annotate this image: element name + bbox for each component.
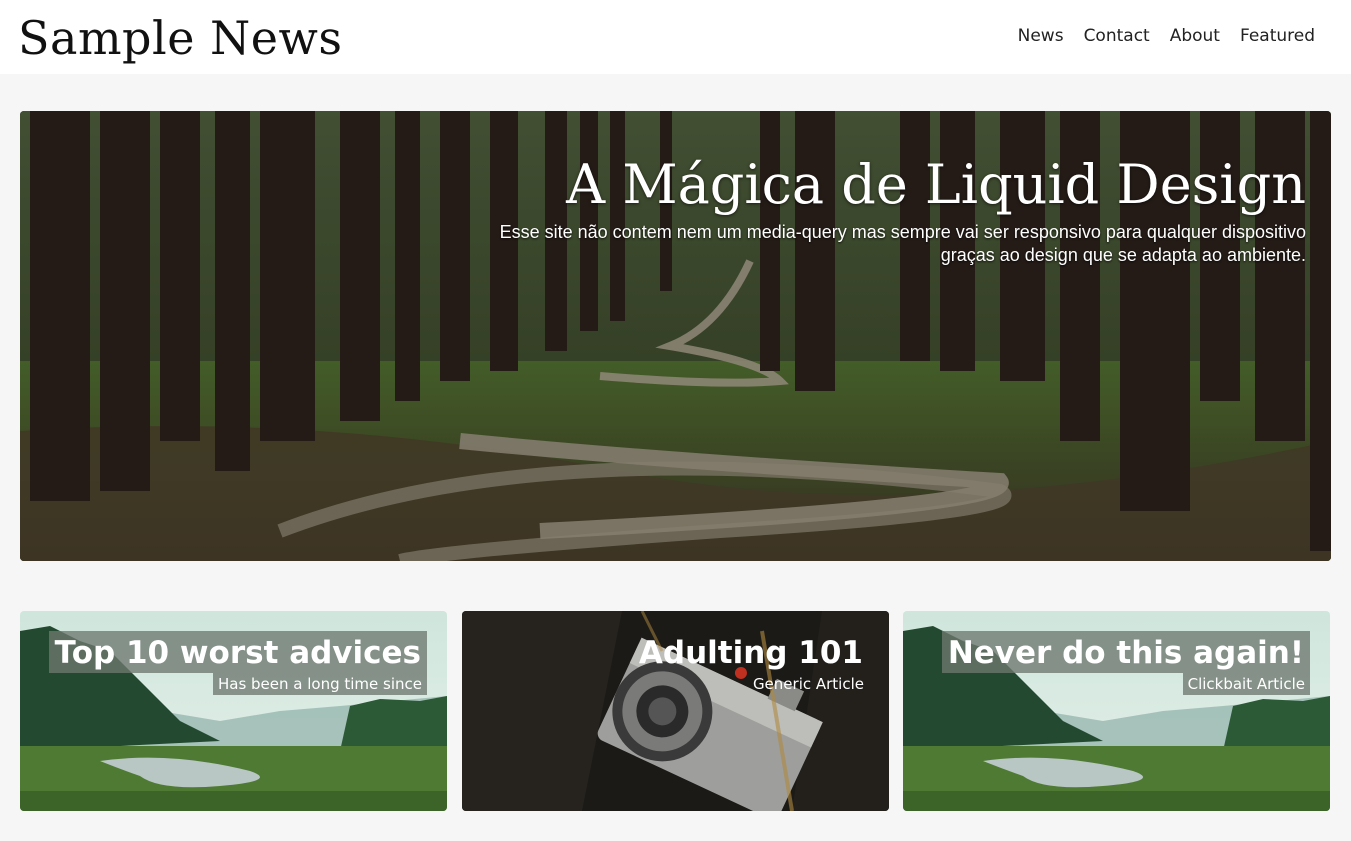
site-header: Sample News News Contact About Featured — [0, 0, 1351, 74]
site-title[interactable]: Sample News — [18, 10, 343, 66]
hero-banner[interactable]: A Mágica de Liquid Design Esse site não … — [20, 111, 1331, 561]
article-card[interactable]: Top 10 worst advices Has been a long tim… — [20, 611, 447, 811]
card-title: Adulting 101 — [638, 635, 863, 671]
card-subtitle: Generic Article — [752, 675, 864, 693]
nav-link-contact[interactable]: Contact — [1084, 26, 1150, 46]
card-subtitle: Has been a long time since — [212, 673, 427, 695]
main-nav: News Contact About Featured — [1018, 26, 1315, 46]
hero-subtitle: Esse site não contem nem um media-query … — [499, 222, 1306, 265]
card-title: Top 10 worst advices — [48, 631, 427, 673]
card-title: Never do this again! — [941, 631, 1310, 673]
hero-title: A Mágica de Liquid Design — [566, 153, 1306, 216]
card-subtitle: Clickbait Article — [1182, 673, 1310, 695]
nav-link-news[interactable]: News — [1018, 26, 1064, 46]
article-card[interactable]: Adulting 101 Generic Article — [462, 611, 889, 811]
nav-link-featured[interactable]: Featured — [1240, 26, 1315, 46]
nav-link-about[interactable]: About — [1170, 26, 1220, 46]
article-card[interactable]: Never do this again! Clickbait Article — [903, 611, 1330, 811]
